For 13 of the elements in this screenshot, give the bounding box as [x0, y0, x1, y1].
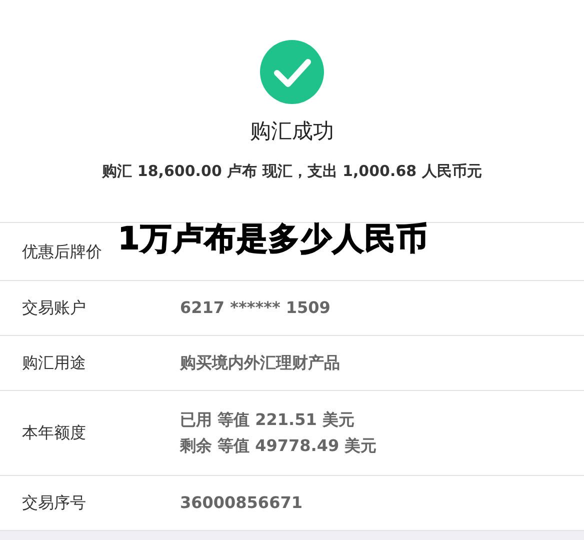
row-value: 已用 等值 221.51 美元	[180, 408, 356, 431]
row-value: 36000856671	[180, 492, 302, 514]
row-label: 购汇用途	[22, 352, 87, 374]
result-summary: 购汇 18,600.00 卢布 现汇，支出 1,000.68 人民币元	[102, 160, 482, 182]
success-check-icon	[260, 40, 324, 104]
row-value: 购买境内外汇理财产品	[180, 352, 340, 374]
row-label: 本年额度	[22, 422, 87, 444]
overlay-caption: 1万卢布是多少人民币	[118, 220, 429, 259]
row-label: 交易序号	[22, 492, 87, 514]
result-title: 购汇成功	[250, 118, 334, 145]
row-value: 剩余 等值 49778.49 美元	[180, 435, 377, 457]
row-label: 交易账户	[22, 297, 87, 319]
row-value: 6217 ****** 1509	[180, 296, 330, 319]
